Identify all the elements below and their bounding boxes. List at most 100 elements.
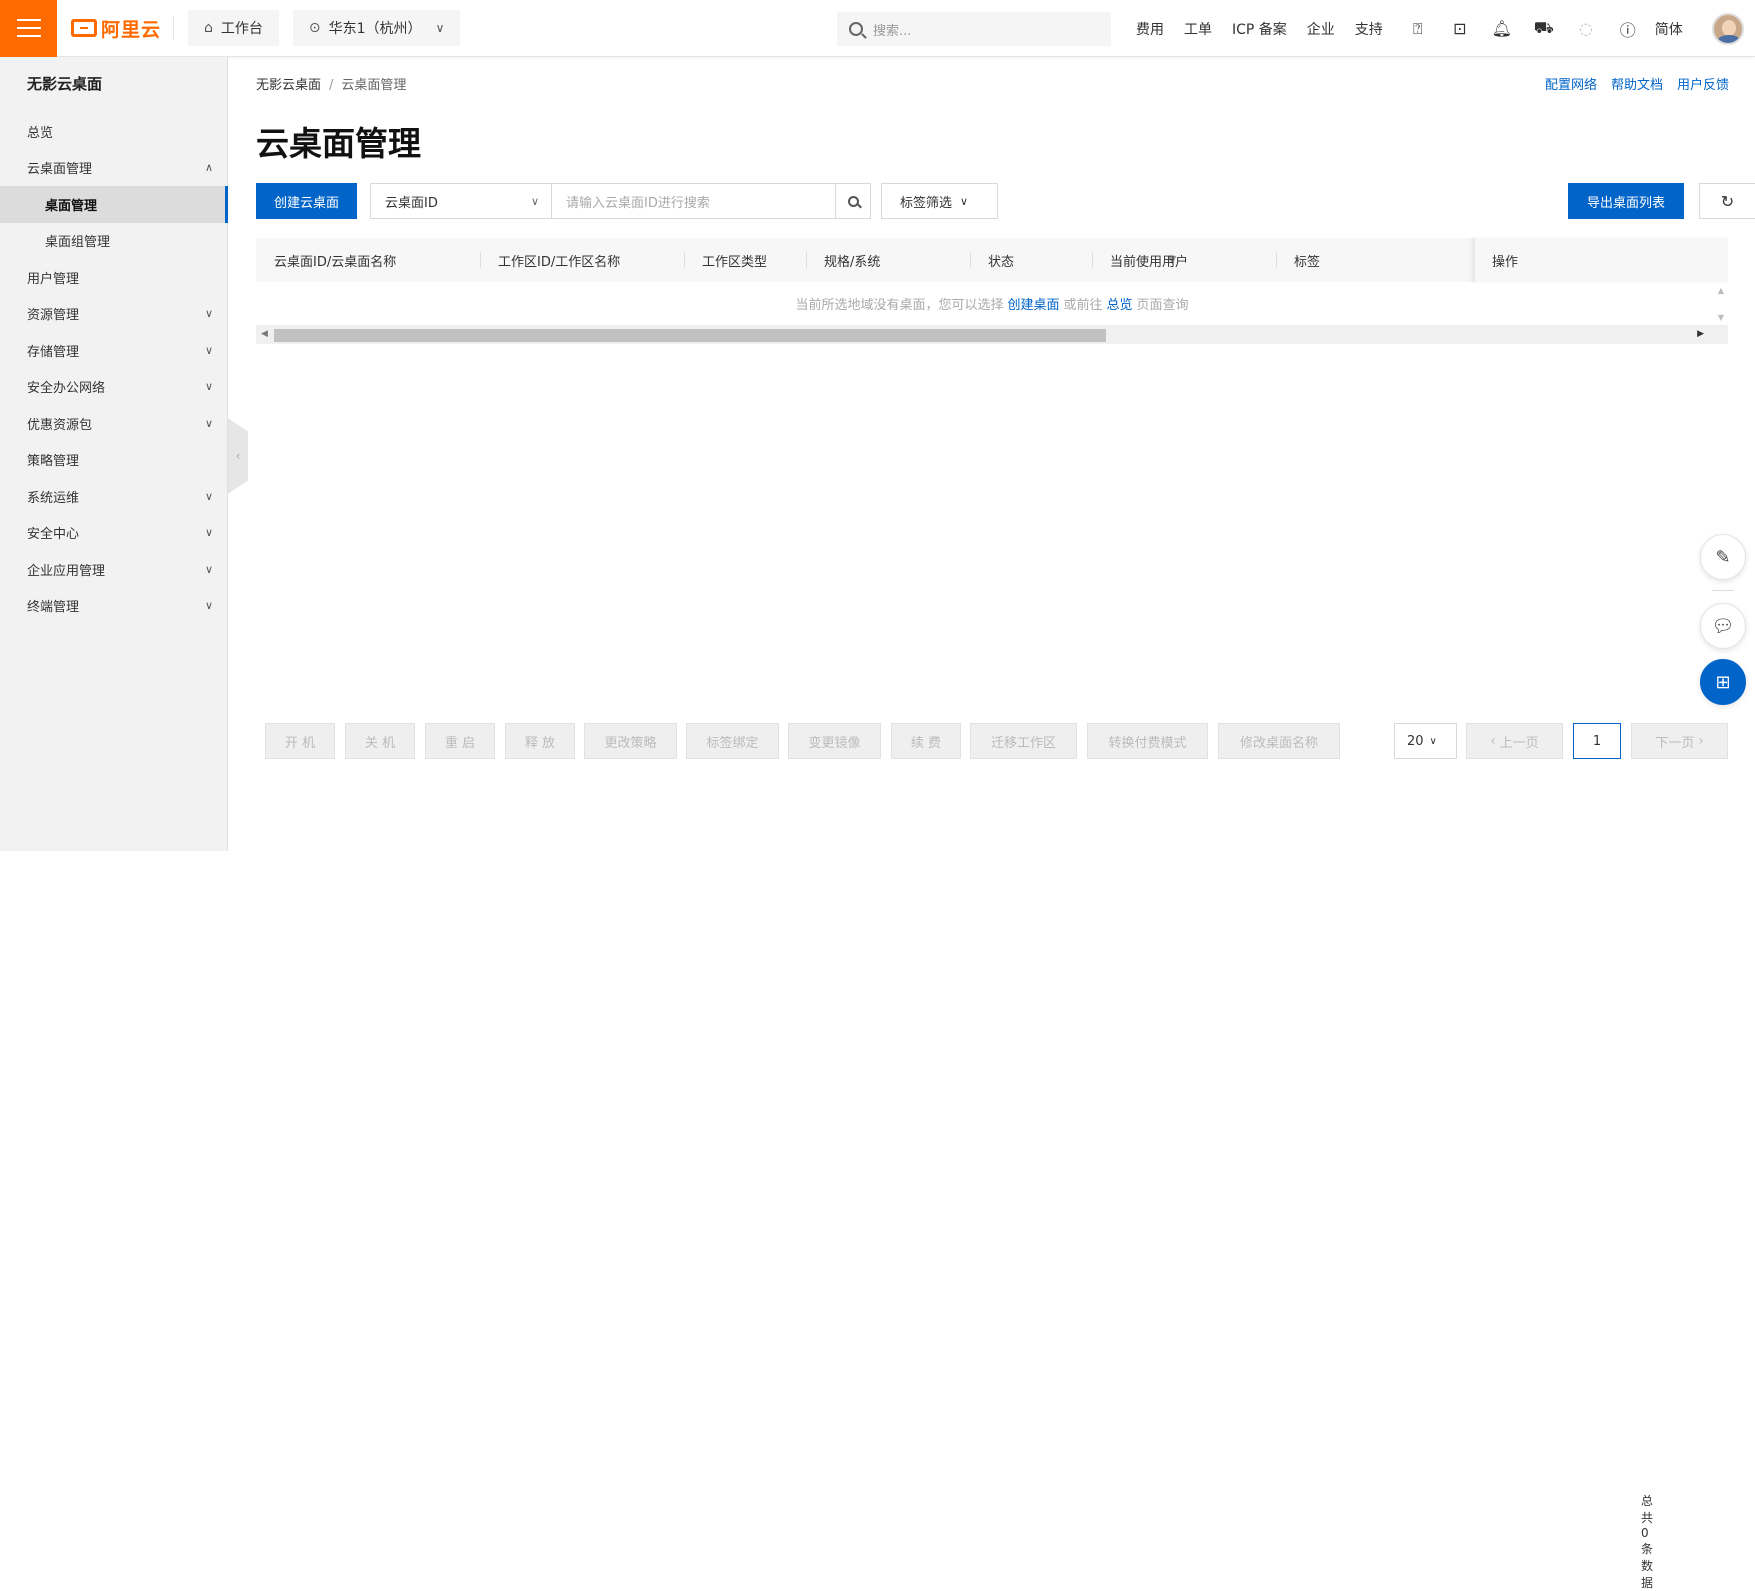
search-placeholder: 搜索... <box>873 23 912 39</box>
region-selector[interactable]: ⊙ 华东1（杭州） ∨ <box>292 10 461 46</box>
horizontal-scrollbar[interactable]: ◀ ▶ <box>256 326 1728 344</box>
chevron-down-icon: ∨ <box>204 307 213 321</box>
chevron-down-icon: ∨ <box>204 489 213 503</box>
terminal-icon[interactable]: ⊡ <box>1450 19 1470 39</box>
cart-icon[interactable]: ⛟ <box>1534 18 1554 39</box>
sidebar-item-ops[interactable]: 系统运维 ∨ <box>0 478 227 515</box>
desktop-search-input[interactable]: 请输入云桌面ID进行搜索 <box>551 183 836 219</box>
change-policy-button[interactable]: 更改策略 <box>584 723 677 759</box>
empty-text: 或前往 <box>1063 298 1103 313</box>
lightbulb-icon[interactable]: ◌ <box>1576 19 1596 39</box>
hamburger-menu-button[interactable] <box>0 0 57 57</box>
chevron-down-icon: ∨ <box>204 599 213 613</box>
search-submit-button[interactable] <box>835 183 871 219</box>
pencil-icon: ✎ <box>1715 546 1731 568</box>
sidebar-item-storage[interactable]: 存储管理 ∨ <box>0 332 227 369</box>
sidebar-item-desktops[interactable]: 桌面管理 <box>0 186 228 223</box>
sidebar-item-security[interactable]: 安全中心 ∨ <box>0 515 227 552</box>
bell-icon[interactable]: 🔔︎ <box>1492 19 1512 39</box>
sidebar-item-secure-network[interactable]: 安全办公网络 ∨ <box>0 369 227 406</box>
chevron-down-icon: ∨ <box>204 562 213 576</box>
stop-button[interactable]: 关 机 <box>345 723 415 759</box>
chevron-down-icon: ∨ <box>204 343 213 357</box>
link-ticket[interactable]: 工单 <box>1184 19 1212 39</box>
scroll-right-icon[interactable]: ▶ <box>1697 329 1704 339</box>
scrollbar-thumb[interactable] <box>274 329 1106 342</box>
sidebar-item-discount-packages[interactable]: 优惠资源包 ∨ <box>0 405 227 442</box>
link-configure-network[interactable]: 配置网络 <box>1545 78 1597 93</box>
help-icon[interactable]: ⓘ <box>1618 19 1638 40</box>
sidebar-item-resources[interactable]: 资源管理 ∨ <box>0 296 227 333</box>
page-size-select[interactable]: 20 ∨ <box>1394 723 1457 759</box>
convert-billing-button[interactable]: 转换付费模式 <box>1087 723 1208 759</box>
link-icp[interactable]: ICP 备案 <box>1232 19 1287 39</box>
sidebar-item-desktop-groups[interactable]: 桌面组管理 <box>0 223 227 260</box>
logo-text: 阿里云 <box>101 18 162 41</box>
global-search-input[interactable]: 搜索... <box>837 12 1111 46</box>
start-button[interactable]: 开 机 <box>265 723 335 759</box>
create-desktop-button[interactable]: 创建云桌面 <box>256 183 358 219</box>
export-list-button[interactable]: 导出桌面列表 <box>1568 183 1685 219</box>
breadcrumb-item[interactable]: 无影云桌面 <box>256 78 321 93</box>
link-billing[interactable]: 费用 <box>1136 19 1164 39</box>
sidebar-item-users[interactable]: 用户管理 <box>0 259 227 296</box>
aliyun-logo[interactable]: 阿里云 <box>71 16 175 41</box>
rename-desktop-button[interactable]: 修改桌面名称 <box>1218 723 1340 759</box>
workbench-button[interactable]: ⌂ 工作台 <box>188 10 279 46</box>
sidebar-item-label: 系统运维 <box>27 490 80 506</box>
chevron-up-icon: ∧ <box>204 161 213 175</box>
column-status: 状态 <box>969 238 1014 282</box>
next-page-button[interactable]: 下一页 › <box>1631 723 1728 759</box>
sidebar-item-terminals[interactable]: 终端管理 ∨ <box>0 588 227 625</box>
sidebar-item-enterprise-apps[interactable]: 企业应用管理 ∨ <box>0 551 227 588</box>
change-image-button[interactable]: 变更镜像 <box>788 723 881 759</box>
chat-float-button[interactable]: 💬︎ <box>1700 603 1746 649</box>
empty-text: 页面查询 <box>1136 298 1189 313</box>
migrate-workspace-button[interactable]: 迁移工作区 <box>970 723 1077 759</box>
link-feedback[interactable]: 用户反馈 <box>1677 78 1729 93</box>
app-icon[interactable]: ⍰ <box>1408 19 1428 39</box>
help-links: 配置网络 帮助文档 用户反馈 <box>1531 74 1729 93</box>
user-avatar[interactable] <box>1712 13 1744 45</box>
tag-filter-button[interactable]: 标签筛选 ∨ <box>881 183 998 219</box>
create-desktop-link[interactable]: 创建桌面 <box>1007 294 1059 313</box>
renew-button[interactable]: 续 费 <box>891 723 961 759</box>
sidebar-item-label: 安全中心 <box>27 527 80 543</box>
refresh-button[interactable]: ↻ <box>1699 183 1755 219</box>
chevron-down-icon: ∨ <box>530 194 539 208</box>
breadcrumb-current: 云桌面管理 <box>341 78 407 93</box>
sidebar: 无影云桌面 总览 云桌面管理 ∧ 桌面管理 桌面组管理 用户管理 资源管理 ∨ 存储… <box>0 57 228 851</box>
sidebar-item-overview[interactable]: 总览 <box>0 113 227 150</box>
chevron-down-icon: ∨ <box>204 416 213 430</box>
vertical-scrollbar[interactable]: ▲ ▼ <box>1714 282 1728 326</box>
link-enterprise[interactable]: 企业 <box>1307 19 1335 39</box>
release-button[interactable]: 释 放 <box>505 723 575 759</box>
sidebar-item-label: 用户管理 <box>27 271 80 287</box>
link-support[interactable]: 支持 <box>1355 19 1383 39</box>
workbench-label: 工作台 <box>220 21 263 37</box>
prev-page-button[interactable]: ‹ 上一页 <box>1466 723 1563 759</box>
current-page-input[interactable]: 1 <box>1573 723 1621 759</box>
tag-filter-label: 标签筛选 <box>900 195 953 211</box>
sidebar-title: 无影云桌面 <box>27 75 103 93</box>
sidebar-item-label: 桌面管理 <box>45 198 98 214</box>
sidebar-item-desktop-mgmt[interactable]: 云桌面管理 ∧ <box>0 150 227 187</box>
location-pin-icon: ⊙ <box>308 20 321 36</box>
total-count: 总共0条数据 <box>1641 1494 1654 1590</box>
sidebar-item-policies[interactable]: 策略管理 <box>0 442 227 479</box>
column-workspace-type: 工作区类型 <box>683 238 767 282</box>
empty-text: 当前所选地域没有桌面，您可以选择 <box>795 298 1004 313</box>
select-value: 云桌面ID <box>385 195 438 211</box>
bind-tags-button[interactable]: 标签绑定 <box>686 723 779 759</box>
prev-label: 上一页 <box>1499 735 1539 751</box>
overview-link[interactable]: 总览 <box>1107 294 1133 313</box>
language-switch[interactable]: 简体 <box>1655 19 1683 39</box>
search-placeholder: 请输入云桌面ID进行搜索 <box>566 195 710 211</box>
search-field-select[interactable]: 云桌面ID ∨ <box>370 183 552 219</box>
scroll-left-icon[interactable]: ◀ <box>261 329 268 339</box>
restart-button[interactable]: 重 启 <box>425 723 495 759</box>
edit-float-button[interactable]: ✎ <box>1700 534 1746 580</box>
apps-float-button[interactable]: ⊞ <box>1700 659 1746 705</box>
link-help-docs[interactable]: 帮助文档 <box>1611 78 1663 93</box>
breadcrumb: 无影云桌面 / 云桌面管理 <box>256 74 406 93</box>
